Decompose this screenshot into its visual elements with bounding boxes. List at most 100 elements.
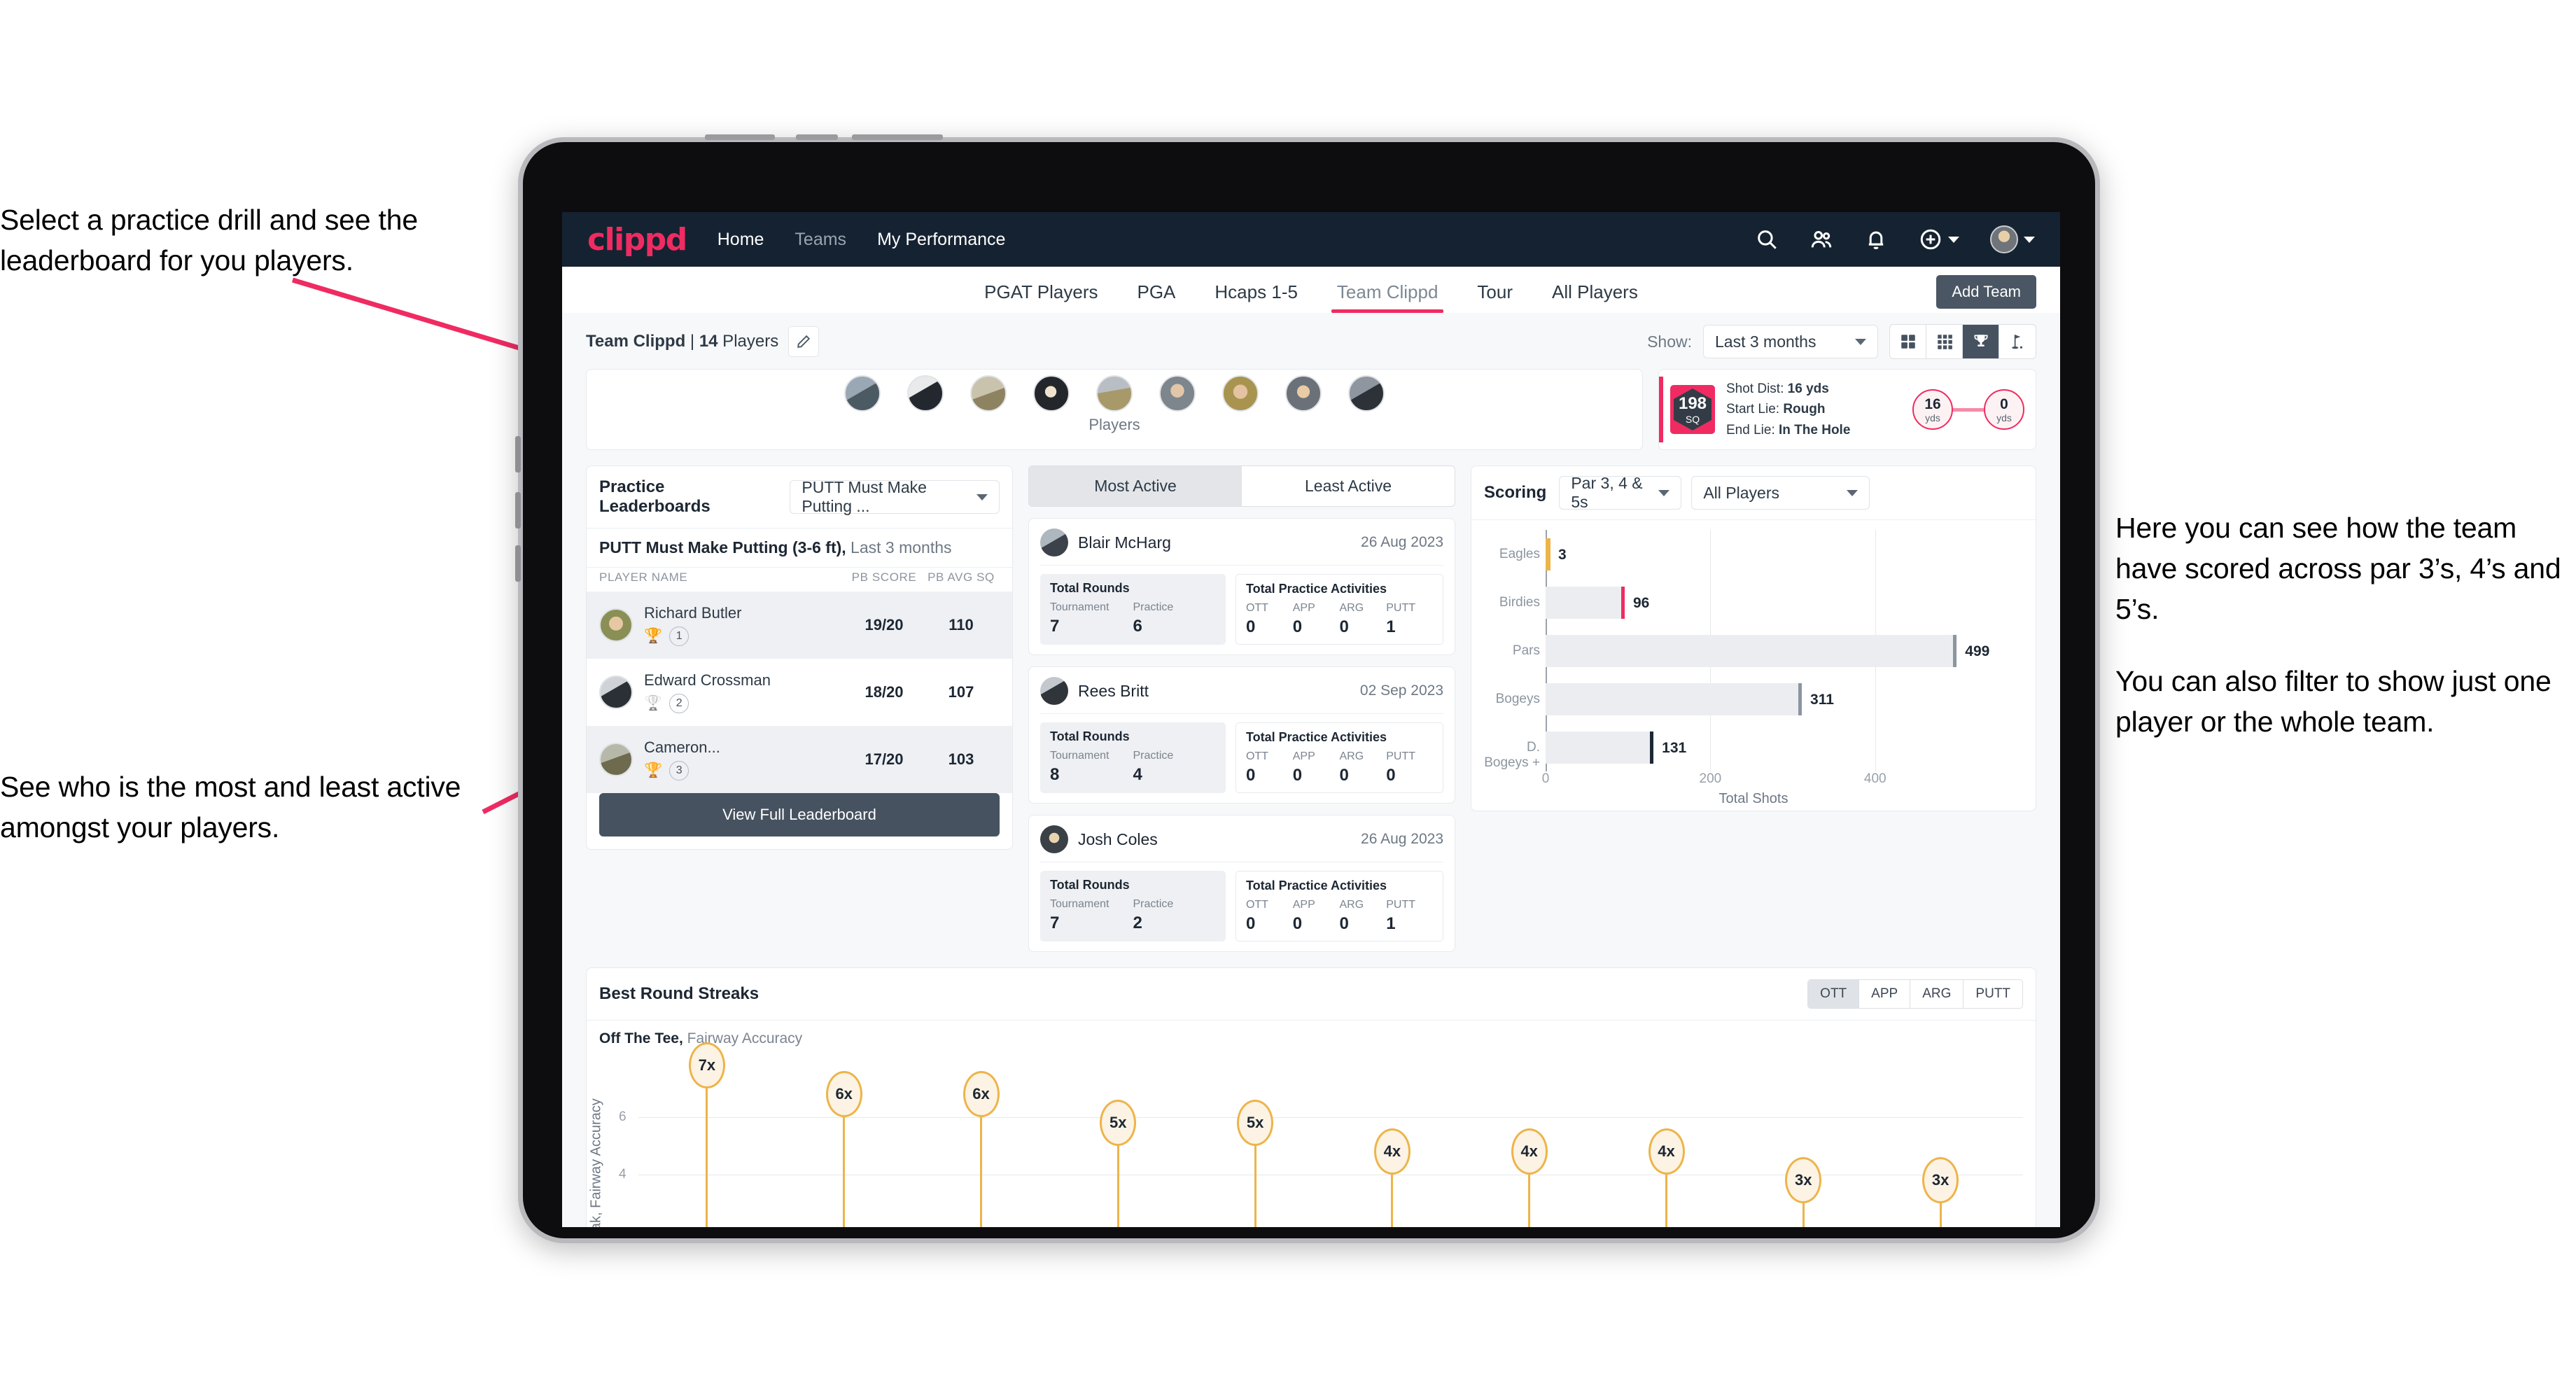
player-avatar[interactable] xyxy=(844,375,881,412)
streak-stem xyxy=(1939,1203,1942,1227)
streak-marker[interactable]: 3x xyxy=(1785,1156,1822,1203)
player-avatar[interactable] xyxy=(1033,375,1070,412)
nav-link-my-performance[interactable]: My Performance xyxy=(877,230,1005,250)
search-icon[interactable] xyxy=(1755,227,1779,251)
total-rounds-title: Total Rounds xyxy=(1050,878,1130,892)
player-avatar[interactable] xyxy=(1096,375,1133,412)
activity-card[interactable]: Blair McHarg 26 Aug 2023 Total Rounds To… xyxy=(1028,518,1455,655)
bar-value-label: 131 xyxy=(1662,739,1687,756)
activity-card[interactable]: Rees Britt 02 Sep 2023 Total Rounds Tour… xyxy=(1028,666,1455,804)
practice-rounds: Practice 2 xyxy=(1133,898,1174,932)
tab-most-active[interactable]: Most Active xyxy=(1029,466,1242,506)
chevron-down-icon xyxy=(1855,338,1866,345)
tab-tour[interactable]: Tour xyxy=(1457,281,1532,313)
practice-app: APP 0 xyxy=(1292,899,1315,933)
end-distance-circle: 0 yds xyxy=(1984,389,2024,430)
plus-circle-icon[interactable] xyxy=(1919,227,1942,251)
activity-card[interactable]: Josh Coles 26 Aug 2023 Total Rounds Tour… xyxy=(1028,815,1455,952)
nav-link-teams[interactable]: Teams xyxy=(794,230,846,250)
col-pb-avg-sq: PB AVG SQ xyxy=(927,570,995,584)
tab-hcaps-1-5[interactable]: Hcaps 1-5 xyxy=(1195,281,1317,313)
bar-row: Pars 499 xyxy=(1513,634,2023,667)
practice-ott: OTT 0 xyxy=(1245,602,1268,636)
player-avatar[interactable] xyxy=(907,375,944,412)
view-toggle-trophy[interactable] xyxy=(1963,325,1999,358)
player-badges: 🏆 1 xyxy=(644,626,846,646)
practice-rounds: Practice 4 xyxy=(1133,750,1174,784)
leaderboard-player: Richard Butler 🏆 1 xyxy=(644,604,846,646)
streaks-toggle-putt[interactable]: PUTT xyxy=(1963,980,2022,1008)
total-rounds-box: Total Rounds Tournament 7 Practice 2 xyxy=(1040,871,1226,941)
streak-marker[interactable]: 4x xyxy=(1648,1128,1685,1175)
streak-marker[interactable]: 6x xyxy=(962,1070,1000,1117)
streak-marker[interactable]: 5x xyxy=(1237,1099,1274,1146)
clippd-logo[interactable]: clippd xyxy=(587,222,687,258)
total-rounds-values: Tournament 7 Practice 2 xyxy=(1050,898,1216,933)
add-menu[interactable] xyxy=(1919,227,1959,251)
bar-track xyxy=(1546,586,1625,619)
tab-least-active[interactable]: Least Active xyxy=(1242,466,1455,506)
bell-icon[interactable] xyxy=(1864,227,1888,251)
shot-detail-card: 198 SQ Shot Dist: 16 yds Start Lie: Roug… xyxy=(1658,369,2036,450)
add-team-button[interactable]: Add Team xyxy=(1936,275,2036,309)
player-avatar[interactable] xyxy=(1222,375,1259,412)
player-avatar[interactable] xyxy=(1159,375,1196,412)
tab-pgat-players[interactable]: PGAT Players xyxy=(965,281,1117,313)
streaks-toggle-ott[interactable]: OTT xyxy=(1808,980,1860,1008)
rank-badge: 3 xyxy=(669,761,690,780)
divider xyxy=(1040,565,1443,566)
view-toggle-grid-3x3[interactable] xyxy=(1926,325,1963,358)
view-full-leaderboard-button[interactable]: View Full Leaderboard xyxy=(599,793,1000,836)
end-lie-line: End Lie: In The Hole xyxy=(1726,422,1851,438)
device-top-button-3 xyxy=(852,134,943,140)
chevron-down-icon xyxy=(976,493,988,500)
date-range-select[interactable]: Last 3 months xyxy=(1703,325,1878,358)
streak-stem xyxy=(706,1088,708,1227)
nav-link-home[interactable]: Home xyxy=(718,230,764,250)
practice-putt: PUTT 1 xyxy=(1386,602,1416,636)
bar-value-label: 96 xyxy=(1632,594,1650,611)
streak-marker[interactable]: 5x xyxy=(1100,1099,1137,1146)
view-toggle-golf-flag[interactable] xyxy=(1999,325,2036,358)
streak-stem xyxy=(1391,1174,1394,1227)
drill-select[interactable]: PUTT Must Make Putting ... xyxy=(790,478,1000,515)
rank-badge: 2 xyxy=(669,694,690,713)
table-row[interactable]: Richard Butler 🏆 1 19/20 110 xyxy=(587,592,1012,659)
table-row[interactable]: Edward Crossman 🏆 2 18/20 107 xyxy=(587,659,1012,726)
view-toggle-grid-2x2[interactable] xyxy=(1890,325,1926,358)
profile-menu[interactable] xyxy=(1990,225,2035,253)
team-players-word: Players xyxy=(718,332,779,351)
bar-value-label: 311 xyxy=(1810,691,1834,708)
streak-marker[interactable]: 3x xyxy=(1922,1156,1959,1203)
streak-marker[interactable]: 4x xyxy=(1511,1128,1548,1175)
edit-team-button[interactable] xyxy=(788,326,820,357)
tab-team-clippd[interactable]: Team Clippd xyxy=(1317,281,1458,313)
scoring-header: Scoring Par 3, 4 & 5s All Players xyxy=(1471,466,2036,519)
practice-arg: ARG 0 xyxy=(1339,899,1364,933)
drill-select-value: PUTT Must Make Putting ... xyxy=(802,478,927,515)
people-icon[interactable] xyxy=(1809,227,1833,251)
avatar[interactable] xyxy=(1990,225,2018,253)
pb-score: 18/20 xyxy=(864,683,904,701)
best-round-streaks-card: Best Round Streaks OTT APP ARG PUTT Off … xyxy=(586,967,2036,1227)
chevron-down-icon xyxy=(1948,236,1959,243)
practice-app: APP 0 xyxy=(1292,750,1315,785)
player-avatar[interactable] xyxy=(1348,375,1385,412)
streak-marker[interactable]: 7x xyxy=(688,1042,725,1088)
bar-cap xyxy=(1798,682,1802,715)
player-avatar[interactable] xyxy=(1285,375,1322,412)
practice-ott: OTT 0 xyxy=(1245,750,1268,785)
gridline xyxy=(638,1116,2023,1118)
tab-all-players[interactable]: All Players xyxy=(1532,281,1658,313)
streaks-toggle-app[interactable]: APP xyxy=(1859,980,1911,1008)
player-avatar[interactable] xyxy=(970,375,1007,412)
tab-pga[interactable]: PGA xyxy=(1117,281,1195,313)
streaks-toggle-arg[interactable]: ARG xyxy=(1910,980,1964,1008)
streak-marker[interactable]: 6x xyxy=(825,1070,862,1117)
players-filter-select[interactable]: All Players xyxy=(1691,476,1870,510)
activity-tabs: Most Active Least Active xyxy=(1028,465,1455,507)
par-filter-select[interactable]: Par 3, 4 & 5s xyxy=(1559,474,1682,511)
streak-marker[interactable]: 4x xyxy=(1373,1128,1410,1175)
x-tick-label: 0 xyxy=(1541,771,1550,786)
table-row[interactable]: Cameron... 🏆 3 17/20 103 xyxy=(587,726,1012,793)
